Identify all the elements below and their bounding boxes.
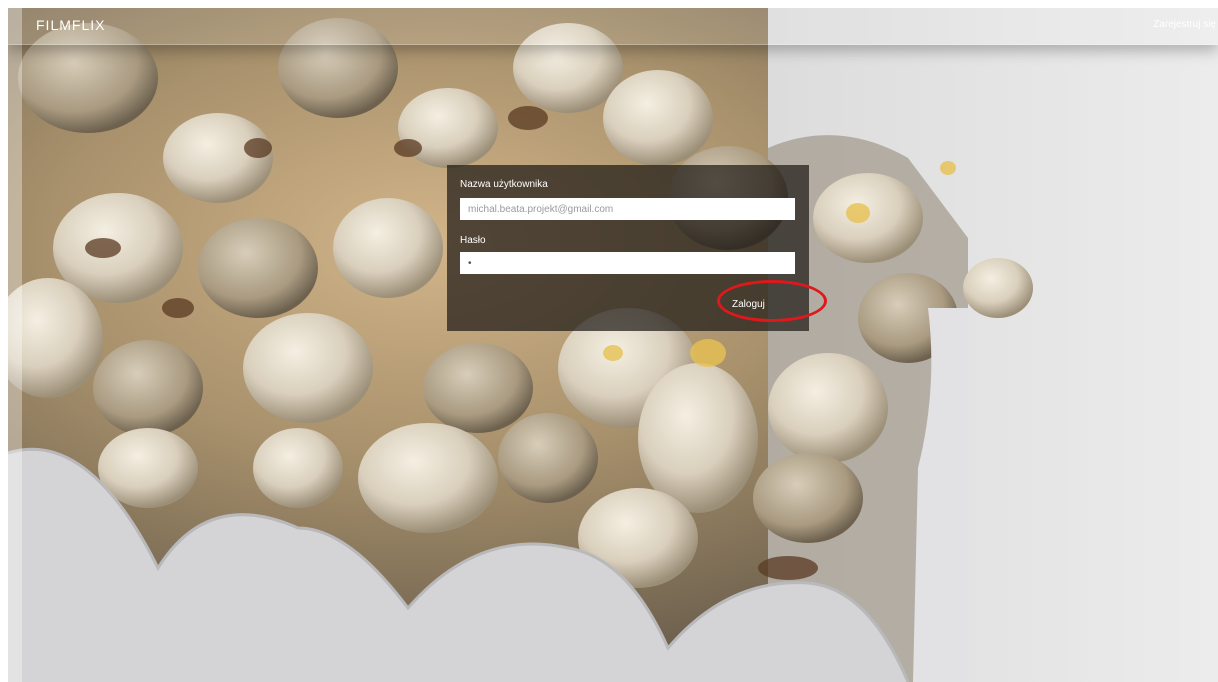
username-input[interactable] — [460, 198, 795, 220]
popcorn-photo-icon — [8, 8, 1218, 682]
password-input[interactable] — [460, 252, 795, 274]
app-window: FILMFLIX Zarejestruj się Nazwa użytkowni… — [8, 8, 1218, 682]
username-label: Nazwa użytkownika — [460, 179, 548, 190]
popcorn-background-image — [8, 8, 1218, 682]
login-button[interactable]: Zaloguj — [732, 299, 765, 310]
login-panel: Nazwa użytkownika Hasło Zaloguj — [447, 165, 809, 331]
brand-logo[interactable]: FILMFLIX — [36, 17, 105, 33]
password-label: Hasło — [460, 235, 486, 246]
register-link[interactable]: Zarejestruj się — [1153, 19, 1216, 30]
top-navbar: FILMFLIX Zarejestruj się — [8, 8, 1218, 45]
